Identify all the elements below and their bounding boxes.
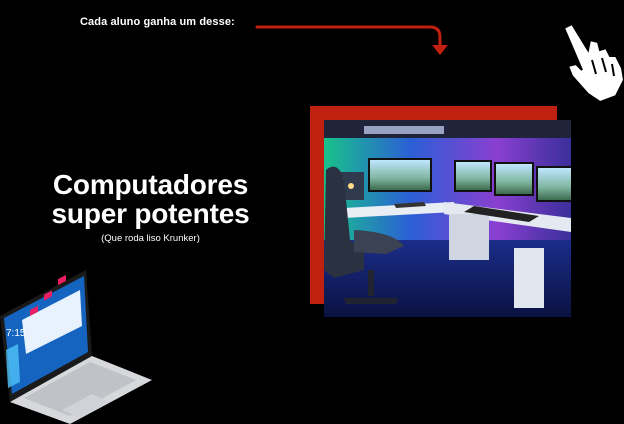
headline-line-1: Computadores [52, 169, 249, 200]
laptop-clock-text: 7:15 [6, 328, 26, 339]
gaming-setup-photo [324, 120, 571, 317]
headline-line-2: super potentes [51, 198, 250, 229]
caption-text: Cada aluno ganha um desse: [80, 16, 235, 28]
hand-cursor-icon [562, 22, 624, 104]
laptop-illustration: 7:15 [0, 270, 152, 424]
arrow-down-icon [255, 25, 448, 55]
headline-subtitle: (Que roda liso Krunker) [101, 233, 200, 244]
headline: Computadores super potentes (Que roda li… [18, 170, 283, 244]
